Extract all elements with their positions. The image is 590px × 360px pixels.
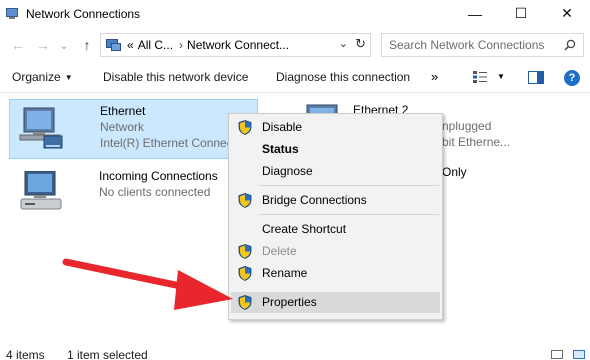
selection-count: 1 item selected xyxy=(67,348,148,360)
up-button[interactable]: ↑ xyxy=(77,35,97,55)
breadcrumb-all-control-panel[interactable]: All C... xyxy=(138,38,173,52)
network-connections-icon xyxy=(6,7,20,20)
organize-label: Organize xyxy=(12,70,61,84)
preview-pane-icon[interactable] xyxy=(528,71,544,84)
menu-item-disable[interactable]: Disable xyxy=(231,117,440,138)
help-icon[interactable]: ? xyxy=(564,70,580,86)
command-bar: Organize ▼ Disable this network device Di… xyxy=(0,63,590,93)
address-dropdown-button[interactable]: ⌄ xyxy=(339,37,348,50)
window-title: Network Connections xyxy=(26,6,141,21)
connection-ethernet[interactable]: Ethernet Network Intel(R) Ethernet Conne… xyxy=(9,99,258,159)
large-icons-view-icon[interactable] xyxy=(573,350,585,359)
minimize-button[interactable]: — xyxy=(452,0,498,27)
uac-shield-icon xyxy=(238,295,252,310)
search-box[interactable] xyxy=(381,33,584,57)
menu-item-bridge-connections[interactable]: Bridge Connections xyxy=(231,190,440,211)
context-menu: Disable Status Diagnose Bridge Connectio… xyxy=(228,113,443,320)
connection-status: No clients connected xyxy=(99,185,211,199)
uac-shield-icon xyxy=(238,244,252,259)
address-bar[interactable]: « All C... › Network Connect... ⌄ ↻ xyxy=(100,33,371,57)
menu-item-diagnose[interactable]: Diagnose xyxy=(231,161,440,182)
item-count: 4 items xyxy=(6,348,45,360)
menu-item-create-shortcut[interactable]: Create Shortcut xyxy=(231,219,440,240)
disable-device-button[interactable]: Disable this network device xyxy=(103,70,248,84)
connection-status: Only xyxy=(442,165,467,179)
menu-label: Diagnose xyxy=(262,164,313,178)
search-input[interactable] xyxy=(382,38,554,52)
menu-label: Properties xyxy=(262,295,317,309)
organize-button[interactable]: Organize ▼ xyxy=(12,70,73,84)
connection-incoming[interactable]: Incoming Connections No clients connecte… xyxy=(9,165,258,225)
menu-item-status[interactable]: Status xyxy=(231,139,440,160)
maximize-button[interactable]: ☐ xyxy=(498,0,544,27)
close-button[interactable]: ✕ xyxy=(544,0,590,27)
more-commands-button[interactable]: » xyxy=(431,69,438,84)
change-view-icon[interactable] xyxy=(473,71,487,83)
back-button[interactable]: ← xyxy=(8,35,28,55)
connection-status: Network xyxy=(100,120,145,134)
menu-label: Create Shortcut xyxy=(262,222,347,236)
connection-device: Intel(R) Ethernet Connec xyxy=(100,136,233,150)
refresh-button[interactable]: ↻ xyxy=(355,36,366,52)
recent-locations-button[interactable]: ⌄ xyxy=(58,35,70,55)
diagnose-connection-button[interactable]: Diagnose this connection xyxy=(276,70,410,84)
menu-label: Bridge Connections xyxy=(262,193,367,207)
title-bar: Network Connections — ☐ ✕ xyxy=(0,0,590,27)
connection-device: bit Etherne... xyxy=(442,135,511,149)
control-panel-icon xyxy=(105,37,123,53)
uac-shield-icon xyxy=(238,193,252,208)
menu-item-rename[interactable]: Rename xyxy=(231,263,440,284)
uac-shield-icon xyxy=(238,266,252,281)
menu-item-delete: Delete xyxy=(231,241,440,262)
menu-label: Rename xyxy=(262,266,308,280)
incoming-connections-icon xyxy=(20,171,62,210)
menu-label: Disable xyxy=(262,120,303,134)
menu-separator xyxy=(259,185,439,186)
breadcrumb-separator[interactable]: › xyxy=(179,38,183,52)
connection-name: Ethernet xyxy=(100,104,146,118)
connection-status: nplugged xyxy=(442,119,492,133)
explorer-window: Network Connections — ☐ ✕ ← → ⌄ ↑ « All … xyxy=(0,0,590,360)
status-bar: 4 items 1 item selected xyxy=(0,344,590,360)
details-view-icon[interactable] xyxy=(551,350,563,359)
menu-label: Status xyxy=(262,142,299,156)
menu-label: Delete xyxy=(262,244,297,258)
navigation-bar: ← → ⌄ ↑ « All C... › Network Connect... … xyxy=(0,30,590,60)
connection-name: Incoming Connections xyxy=(99,169,218,183)
network-adapter-icon xyxy=(19,107,63,149)
breadcrumb-overflow[interactable]: « xyxy=(127,38,134,52)
uac-shield-icon xyxy=(238,120,252,135)
forward-button[interactable]: → xyxy=(33,35,53,55)
menu-item-properties[interactable]: Properties xyxy=(231,292,440,313)
search-icon[interactable] xyxy=(564,39,576,51)
caret-down-icon: ▼ xyxy=(64,73,73,82)
breadcrumb-network-connections[interactable]: Network Connect... xyxy=(187,38,289,52)
menu-separator xyxy=(259,214,439,215)
view-options-dropdown[interactable]: ▼ xyxy=(497,72,505,81)
